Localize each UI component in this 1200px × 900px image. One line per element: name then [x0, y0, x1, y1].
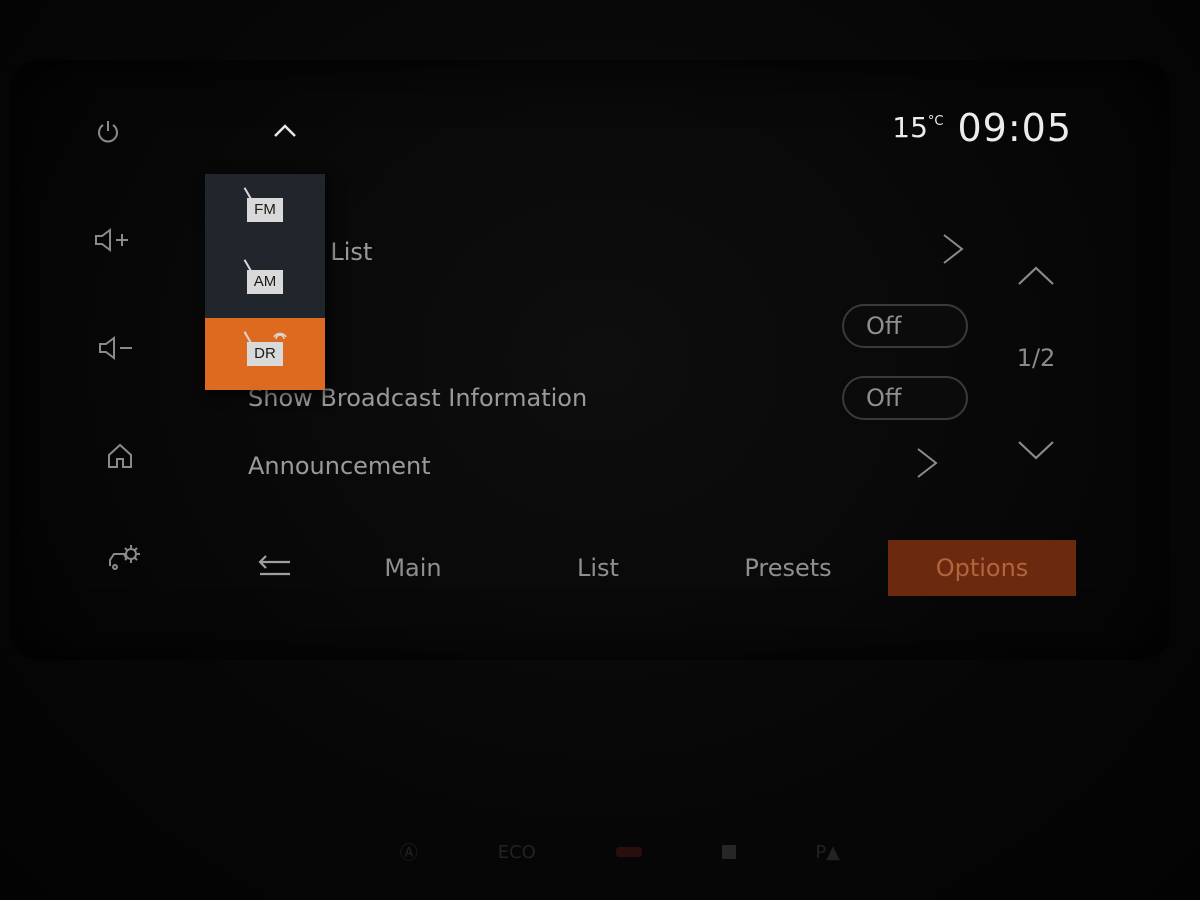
eco-indicator: ECO [497, 841, 536, 863]
option-row-toggle-1: Off [248, 296, 968, 356]
back-arrow-icon [258, 555, 290, 576]
temperature-unit: °C [927, 114, 944, 129]
option-label: Announcement [248, 452, 431, 480]
toggle-switch[interactable]: Off [842, 304, 968, 348]
toggle-value: Off [866, 384, 902, 412]
clock: 09:05 [957, 106, 1072, 150]
am-radio-icon: AM [247, 270, 283, 294]
option-label: Show Broadcast Information [248, 384, 588, 412]
back-button[interactable] [228, 540, 318, 596]
chevron-right-icon [912, 445, 942, 487]
source-label-am: AM [253, 273, 277, 290]
tab-options[interactable]: Options [888, 540, 1076, 596]
car-settings-button[interactable] [102, 536, 146, 580]
power-button[interactable] [86, 110, 130, 154]
volume-down-icon [99, 336, 132, 360]
source-label-fm: FM [254, 201, 276, 218]
tab-main[interactable]: Main [318, 540, 508, 596]
dashboard-strip: Ⓐ ECO P▲ [360, 832, 880, 872]
chevron-down-icon [1018, 441, 1054, 460]
option-row-announcement[interactable]: Announcement [248, 436, 968, 496]
source-item-fm[interactable]: FM [205, 174, 325, 246]
option-row-broadcast-info: Show Broadcast Information Off [248, 368, 968, 428]
source-collapse-button[interactable] [265, 112, 305, 148]
bottom-tab-bar: Main List Presets Options [228, 538, 1076, 598]
parking-sensor-icon: P▲ [815, 841, 841, 863]
temperature-value: 15 [892, 111, 928, 144]
source-item-am[interactable]: AM [205, 246, 325, 318]
source-label-dr: DR [254, 345, 276, 362]
chevron-right-icon [938, 231, 968, 273]
volume-up-button[interactable] [90, 218, 134, 262]
toggle-switch[interactable]: Off [842, 376, 968, 420]
page-down-button[interactable] [1014, 432, 1058, 468]
hazard-icon [721, 845, 736, 859]
signal-wave-icon [273, 330, 287, 344]
volume-up-icon [95, 228, 128, 252]
auto-stop-icon: Ⓐ [399, 843, 418, 864]
home-icon [108, 443, 132, 468]
car-settings-icon [109, 545, 140, 570]
warning-light-icon [615, 847, 642, 857]
status-bar: 15°C 09:05 [892, 104, 1072, 152]
tab-presets[interactable]: Presets [688, 540, 888, 596]
volume-down-button[interactable] [94, 326, 138, 370]
home-button[interactable] [98, 434, 142, 478]
page-up-button[interactable] [1014, 258, 1058, 294]
page-indicator: 1/2 [1016, 344, 1056, 372]
fm-radio-icon: FM [247, 198, 283, 222]
chevron-up-icon [274, 124, 296, 137]
toggle-value: Off [866, 312, 902, 340]
tab-list[interactable]: List [508, 540, 688, 596]
dab-radio-icon: DR [247, 332, 287, 366]
power-icon [98, 121, 118, 143]
option-row-station-list[interactable]: e List [248, 222, 968, 282]
source-menu: FM AM DR [205, 174, 325, 390]
outside-temperature: 15°C [892, 104, 943, 152]
option-label: e List [308, 238, 373, 266]
source-item-dr[interactable]: DR [205, 318, 325, 390]
chevron-up-icon [1018, 266, 1054, 285]
